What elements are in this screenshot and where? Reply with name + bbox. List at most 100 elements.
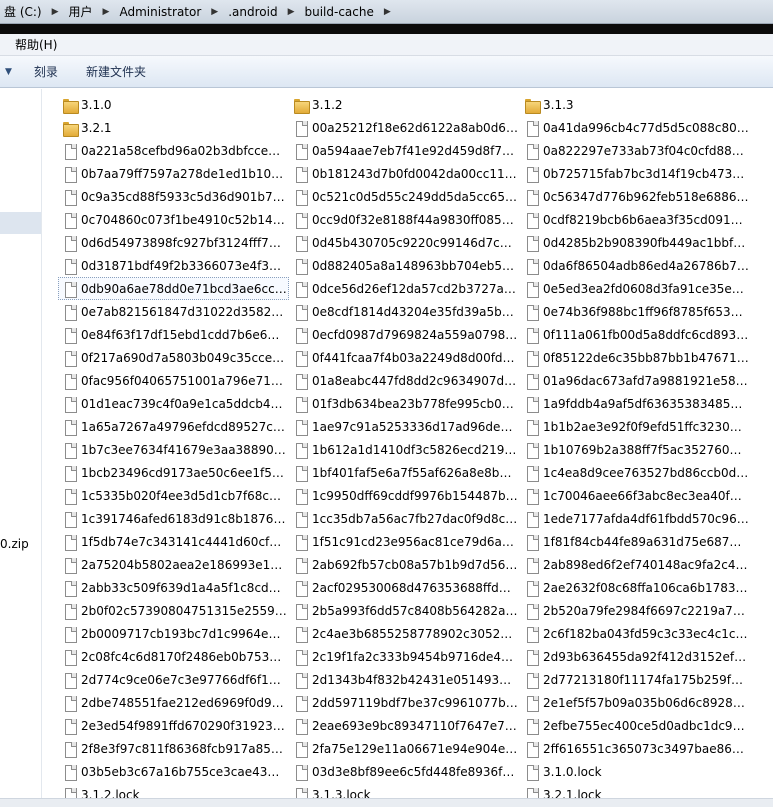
file-item[interactable]: 01a96dac673afd7a9881921e580… [520,369,751,392]
file-item[interactable]: 0a594aae7eb7f41e92d459d8f76… [289,139,520,162]
breadcrumb-users[interactable]: 用户 [65,3,97,20]
file-item[interactable]: 1c70046aee66f3abc8ec3ea40f69… [520,484,751,507]
file-item[interactable]: 1f51c91cd23e956ac81ce79d6ade… [289,530,520,553]
file-item[interactable]: 2b0009717cb193bc7d1c9964e46… [58,622,289,645]
file-item[interactable]: 0e7ab821561847d31022d3582e3… [58,300,289,323]
file-item[interactable]: 00a25212f18e62d6122a8ab0d6f… [289,116,520,139]
file-item[interactable]: 3.1.0.lock [520,760,751,783]
breadcrumb-separator-icon[interactable]: ▶ [97,7,116,17]
file-item[interactable]: 2c08fc4c6d8170f2486eb0b75350… [58,645,289,668]
file-item[interactable]: 0a41da996cb4c77d5d5c088c80a… [520,116,751,139]
file-item[interactable]: 0a822297e733ab73f04c0cfd8832… [520,139,751,162]
file-item[interactable]: 0f217a690d7a5803b049c35cce61… [58,346,289,369]
file-item[interactable]: 0b181243d7b0fd0042da00cc111… [289,162,520,185]
breadcrumb-separator-icon[interactable]: ▶ [378,7,397,17]
file-item[interactable]: 1cc35db7a56ac7fb27dac0f9d8cd… [289,507,520,530]
file-item[interactable]: 0d6d54973898fc927bf3124fff708… [58,231,289,254]
file-item[interactable]: 03b5eb3c67a16b755ce3cae4394… [58,760,289,783]
file-item[interactable]: 1b612a1d1410df3c5826ecd2190… [289,438,520,461]
file-item[interactable]: 2acf029530068d476353688ffd43f… [289,576,520,599]
file-item[interactable]: 2ab692fb57cb08a57b1b9d7d56e… [289,553,520,576]
file-item[interactable]: 2d1343b4f832b42431e0514930d… [289,668,520,691]
file-item[interactable]: 2abb33c509f639d1a4a5f1c8cd6c… [58,576,289,599]
file-item[interactable]: 0f441fcaa7f4b03a2249d8d00fdb… [289,346,520,369]
file-item[interactable]: 2b520a79fe2984f6697c2219a782… [520,599,751,622]
file-item[interactable]: 1b10769b2a388ff7f5ac35276041… [520,438,751,461]
file-item[interactable]: 2c6f182ba043fd59c3c33ec4c1caa… [520,622,751,645]
file-item[interactable]: 2dbe748551fae212ed6969f0d9c3… [58,691,289,714]
file-item[interactable]: 1ede7177afda4df61fbdd570c962… [520,507,751,530]
file-item[interactable]: 1bcb23496cd9173ae50c6ee1f5c4… [58,461,289,484]
address-bar[interactable]: 盘 (C:) ▶ 用户 ▶ Administrator ▶ .android ▶… [0,0,773,24]
file-item[interactable]: 0c9a35cd88f5933c5d36d901b74… [58,185,289,208]
breadcrumb-separator-icon[interactable]: ▶ [282,7,301,17]
file-item[interactable]: 2b5a993f6dd57c8408b564282a7… [289,599,520,622]
file-item[interactable]: 2e3ed54f9891ffd670290f31923cb… [58,714,289,737]
breadcrumb-build-cache[interactable]: build-cache [300,5,377,19]
file-item[interactable]: 2ff616551c365073c3497bae860b… [520,737,751,760]
file-item[interactable]: 0ecfd0987d7969824a559a07989… [289,323,520,346]
file-item[interactable]: 0fac956f04065751001a796e7185… [58,369,289,392]
file-item[interactable]: 2c19f1fa2c333b9454b9716de40f… [289,645,520,668]
new-folder-button[interactable]: 新建文件夹 [86,63,146,80]
file-item[interactable]: 1b7c3ee7634f41679e3aa38890d… [58,438,289,461]
file-item[interactable]: 1f5db74e7c343141c4441d60cf26… [58,530,289,553]
file-item[interactable]: 0cc9d0f32e8188f44a9830ff085b3… [289,208,520,231]
file-item[interactable]: 1c391746afed6183d91c8b18767f… [58,507,289,530]
file-item[interactable]: 1c4ea8d9cee763527bd86ccb0dc… [520,461,751,484]
folder-item[interactable]: 3.2.1 [58,116,289,139]
file-item[interactable]: 03d3e8bf89ee6c5fd448fe8936fcc… [289,760,520,783]
nav-item-zip[interactable]: 0.zip [0,537,29,551]
file-item[interactable]: 2d93b636455da92f412d3152ef1f… [520,645,751,668]
burn-button[interactable]: 刻录 [34,63,58,80]
file-item[interactable]: 0b725715fab7bc3d14f19cb47325… [520,162,751,185]
file-item[interactable]: 0f85122de6c35bb87bb1b476716… [520,346,751,369]
file-item[interactable]: 0a221a58cefbd96a02b3dbfccebf… [58,139,289,162]
file-item[interactable]: 2eae693e9bc89347110f7647e707… [289,714,520,737]
file-item[interactable]: 2ab898ed6f2ef740148ac9fa2c4d… [520,553,751,576]
file-item[interactable]: 2f8e3f97c811f86368fcb917a85c8… [58,737,289,760]
file-list-pane[interactable]: 3.1.0 3.1.2 3.1.3 3.2.1 00a25212f18e62d6122a… [42,89,773,807]
file-item[interactable]: 1bf401faf5e6a7f55af626a8e8b2e… [289,461,520,484]
menu-help[interactable]: 帮助(H) [15,36,57,53]
file-item[interactable]: 1a9fddb4a9af5df6363538348529… [520,392,751,415]
folder-item[interactable]: 3.1.3 [520,93,751,116]
file-item[interactable]: 01a8eabc447fd8dd2c9634907dd… [289,369,520,392]
file-item[interactable]: 2ae2632f08c68ffa106ca6b1783e0… [520,576,751,599]
file-item[interactable]: 0d31871bdf49f2b3366073e4f367… [58,254,289,277]
file-item[interactable]: 2c4ae3b6855258778902c30527c… [289,622,520,645]
file-item[interactable]: 1f81f84cb44fe89a631d75e68745… [520,530,751,553]
file-item[interactable]: 2efbe755ec400ce5d0adbc1dc98… [520,714,751,737]
file-item[interactable]: 0e5ed3ea2fd0608d3fa91ce35ed1… [520,277,751,300]
file-item[interactable]: 1c5335b020f4ee3d5d1cb7f68c73… [58,484,289,507]
breadcrumb-separator-icon[interactable]: ▶ [46,7,65,17]
file-item[interactable]: 0cdf8219bcb6b6aea3f35cd091ff0… [520,208,751,231]
file-item[interactable]: 0dce56d26ef12da57cd2b3727aa… [289,277,520,300]
file-item[interactable]: 0b7aa79ff7597a278de1ed1b10bf… [58,162,289,185]
breadcrumb-android[interactable]: .android [224,5,281,19]
breadcrumb-separator-icon[interactable]: ▶ [205,7,224,17]
file-item[interactable]: 0e84f63f17df15ebd1cdd7b6e64e… [58,323,289,346]
organize-dropdown-icon[interactable]: ▼ [5,67,12,77]
file-item[interactable]: 0c704860c073f1be4910c52b140b… [58,208,289,231]
file-item[interactable]: 2e1ef5f57b09a035b06d6c892811… [520,691,751,714]
breadcrumb-drive[interactable]: 盘 (C:) [0,3,46,20]
file-item[interactable]: 2d774c9ce06e7c3e97766df6f19a… [58,668,289,691]
file-item[interactable]: 2fa75e129e11a06671e94e904e6c… [289,737,520,760]
file-item[interactable]: 1c9950dff69cddf9976b154487be… [289,484,520,507]
file-item[interactable]: 0d45b430705c9220c99146d7ccd… [289,231,520,254]
file-item[interactable]: 2d77213180f11174fa175b259fe4… [520,668,751,691]
file-item[interactable]: 01d1eac739c4f0a9e1ca5ddcb486… [58,392,289,415]
file-item[interactable]: 2dd597119bdf7be37c9961077bb… [289,691,520,714]
file-item[interactable]: 1a65a7267a49796efdcd89527ca… [58,415,289,438]
folder-item[interactable]: 3.1.0 [58,93,289,116]
file-item[interactable]: 0c56347d776b962feb518e68860… [520,185,751,208]
nav-selected-item[interactable] [0,212,41,234]
file-item[interactable]: 0db90a6ae78dd0e71bcd3ae6ccd… [58,277,289,300]
file-item[interactable]: 2b0f02c57390804751315e255938… [58,599,289,622]
file-item[interactable]: 0e8cdf1814d43204e35fd39a5b69… [289,300,520,323]
file-item[interactable]: 0c521c0d5d55c249dd5da5cc65f6… [289,185,520,208]
file-item[interactable]: 2a75204b5802aea2e186993e157… [58,553,289,576]
file-item[interactable]: 0d882405a8a148963bb704eb556… [289,254,520,277]
file-item[interactable]: 0da6f86504adb86ed4a26786b7b… [520,254,751,277]
